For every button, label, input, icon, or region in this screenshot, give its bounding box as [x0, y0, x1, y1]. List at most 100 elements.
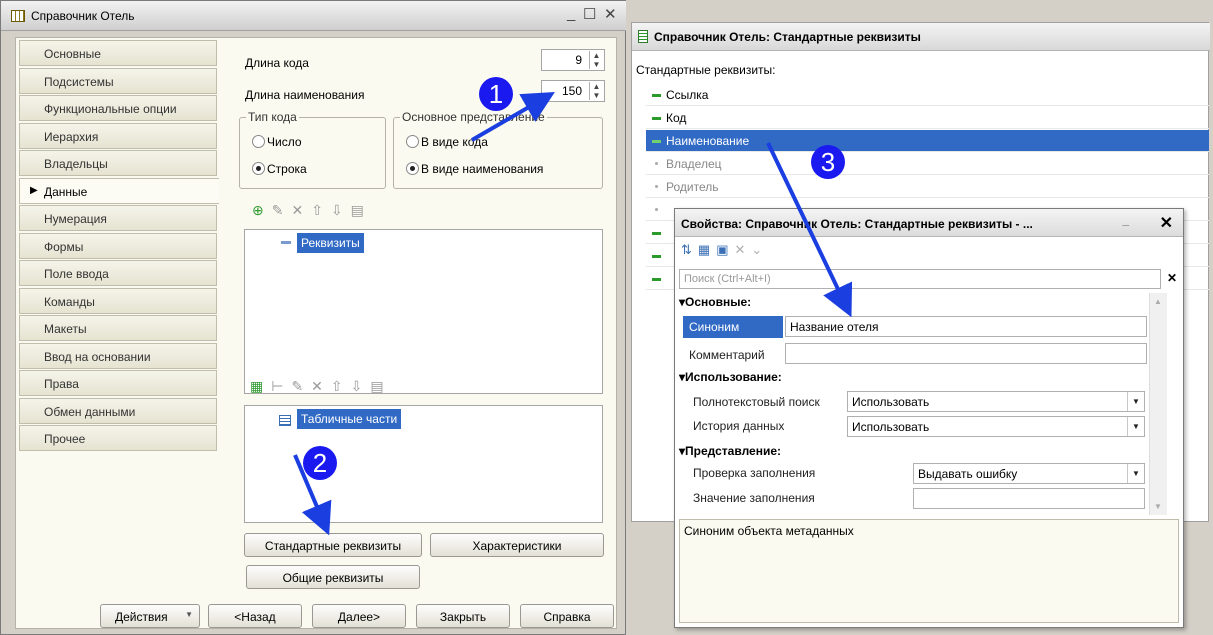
spin-arrows-icon[interactable]: ▲ ▼ [589, 51, 603, 69]
nav-tab[interactable]: Ввод на основании [19, 342, 217, 369]
attribute-row-label: Ссылка [666, 88, 709, 102]
move-down-icon[interactable]: ⇩ [331, 202, 351, 218]
step-badge-1: 1 [479, 77, 513, 111]
characteristics-button[interactable]: Характеристики [430, 533, 604, 557]
chevron-down-icon[interactable]: ▼ [1127, 392, 1144, 411]
attribute-row-label: Код [666, 111, 687, 125]
edit-icon[interactable]: ✎ [272, 202, 292, 218]
nav-tab-label: Права [44, 377, 79, 391]
radio-circle[interactable] [252, 135, 265, 148]
nav-tab[interactable]: Обмен данными [19, 397, 217, 424]
fill-value-field[interactable] [913, 488, 1145, 509]
nav-tab[interactable]: Команды [19, 287, 217, 314]
window-titlebar: Справочник Отель _ ☐ ✕ [1, 1, 627, 31]
radio-circle[interactable] [252, 162, 265, 175]
add-subitem-icon[interactable]: ⊢ [271, 378, 291, 394]
properties-scrollbar[interactable]: ▲ ▼ [1149, 293, 1167, 515]
attribute-icon [652, 117, 661, 120]
nav-tab-label: Подсистемы [44, 74, 114, 89]
sort-az-icon[interactable]: ⇅ [681, 242, 698, 257]
chevron-down-icon[interactable]: ▼ [1127, 464, 1144, 483]
maximize-icon[interactable]: ☐ [583, 5, 596, 23]
code-length-label: Длина кода [245, 56, 309, 70]
move-up-icon[interactable]: ⇧ [311, 202, 331, 218]
scroll-up-icon[interactable]: ▲ [1154, 297, 1162, 306]
attributes-tree-item[interactable]: Реквизиты [297, 233, 364, 253]
name-length-spinner[interactable]: 150 ▲ ▼ [541, 80, 605, 102]
attribute-row[interactable]: Владелец [646, 153, 1209, 175]
move-up-icon[interactable]: ⇧ [331, 378, 351, 394]
nav-tab[interactable]: Подсистемы [19, 67, 217, 94]
pages-icon[interactable]: ▣ [716, 242, 734, 257]
add-icon[interactable]: ⊕ [252, 202, 272, 218]
common-attributes-button[interactable]: Общие реквизиты [246, 565, 420, 589]
section-usage[interactable]: ▾Использование: [679, 370, 782, 384]
fill-check-value: Выдавать ошибку [918, 467, 1018, 481]
search-clear-icon[interactable]: ✕ [1163, 269, 1181, 289]
nav-tab[interactable]: Функциональные опции [19, 95, 217, 121]
edit-icon[interactable]: ✎ [291, 378, 311, 394]
nav-tab[interactable]: ▶ Данные [19, 177, 219, 204]
move-down-icon[interactable]: ⇩ [351, 378, 371, 394]
radio-as-name-label: В виде наименования [421, 162, 544, 176]
close-icon[interactable]: ✕ [1160, 213, 1173, 233]
nav-tab[interactable]: Владельцы [19, 150, 217, 176]
chevron-down-icon[interactable]: ⌄ [751, 242, 768, 257]
attributes-toolbar: ⊕✎✕⇧⇩▤ [252, 202, 372, 219]
section-main[interactable]: ▾Основные: [679, 295, 751, 309]
standard-attributes-label: Стандартные реквизиты: [636, 63, 776, 77]
nav-tab[interactable]: Права [19, 370, 217, 396]
help-button[interactable]: Справка [520, 604, 614, 628]
nav-tab[interactable]: Иерархия [19, 122, 217, 149]
nav-tab[interactable]: Поле ввода [19, 260, 217, 286]
radio-circle[interactable] [406, 162, 419, 175]
nav-tab-label: Формы [44, 239, 84, 254]
standard-attributes-button[interactable]: Стандартные реквизиты [244, 533, 422, 557]
synonym-field[interactable]: Название отеля [785, 316, 1147, 337]
data-history-select[interactable]: Использовать ▼ [847, 416, 1145, 437]
inactive-attribute-icon [655, 162, 658, 165]
nav-tab[interactable]: Нумерация [19, 205, 217, 231]
fulltext-search-select[interactable]: Использовать ▼ [847, 391, 1145, 412]
attribute-row[interactable]: Ссылка [646, 84, 1209, 106]
close-icon[interactable]: ✕ [604, 5, 617, 23]
radio-as-code[interactable]: В виде кода [406, 135, 488, 149]
add-table-icon[interactable]: ▦ [250, 378, 271, 394]
fill-check-select[interactable]: Выдавать ошибку ▼ [913, 463, 1145, 484]
chevron-down-icon[interactable]: ▼ [1127, 417, 1144, 436]
properties-search-input[interactable]: Поиск (Ctrl+Alt+I) [679, 269, 1161, 289]
nav-tab[interactable]: Прочее [19, 425, 217, 451]
tables-tree-item[interactable]: Табличные части [297, 409, 402, 429]
minimize-icon[interactable]: _ [567, 5, 575, 22]
radio-string[interactable]: Строка [252, 162, 307, 176]
next-button[interactable]: Далее> [312, 604, 406, 628]
actions-button[interactable]: Действия ▼ [100, 604, 200, 628]
delete-icon[interactable]: ✕ [291, 202, 311, 218]
section-view[interactable]: ▾Представление: [679, 444, 781, 458]
scroll-down-icon[interactable]: ▼ [1154, 502, 1162, 511]
minimize-icon[interactable]: _ [1122, 213, 1129, 227]
nav-tab[interactable]: Формы [19, 232, 217, 259]
radio-as-name[interactable]: В виде наименования [406, 162, 543, 176]
nav-tab[interactable]: Макеты [19, 315, 217, 341]
sort-icon[interactable]: ▤ [351, 202, 372, 218]
comment-field[interactable] [785, 343, 1147, 364]
spin-arrows-icon[interactable]: ▲ ▼ [589, 82, 603, 100]
close-button[interactable]: Закрыть [416, 604, 510, 628]
attribute-row[interactable]: Код [646, 107, 1209, 129]
nav-tab-label: Владельцы [44, 157, 108, 171]
properties-title: Свойства: Справочник Отель: Стандартные … [681, 217, 1033, 231]
attribute-icon [652, 278, 661, 281]
back-button[interactable]: <Назад [208, 604, 302, 628]
categories-icon[interactable]: ▦ [698, 242, 716, 257]
nav-tab[interactable]: Основные [19, 40, 217, 66]
radio-number[interactable]: Число [252, 135, 302, 149]
delete-icon[interactable]: ✕ [311, 378, 331, 394]
attribute-row[interactable]: Наименование [646, 130, 1209, 152]
attribute-row[interactable]: Родитель [646, 176, 1209, 198]
window-titlebar: Справочник Отель: Стандартные реквизиты [632, 23, 1210, 51]
code-length-spinner[interactable]: 9 ▲ ▼ [541, 49, 605, 71]
sort-icon[interactable]: ▤ [370, 378, 391, 394]
clear-icon[interactable]: ✕ [735, 242, 752, 257]
radio-circle[interactable] [406, 135, 419, 148]
